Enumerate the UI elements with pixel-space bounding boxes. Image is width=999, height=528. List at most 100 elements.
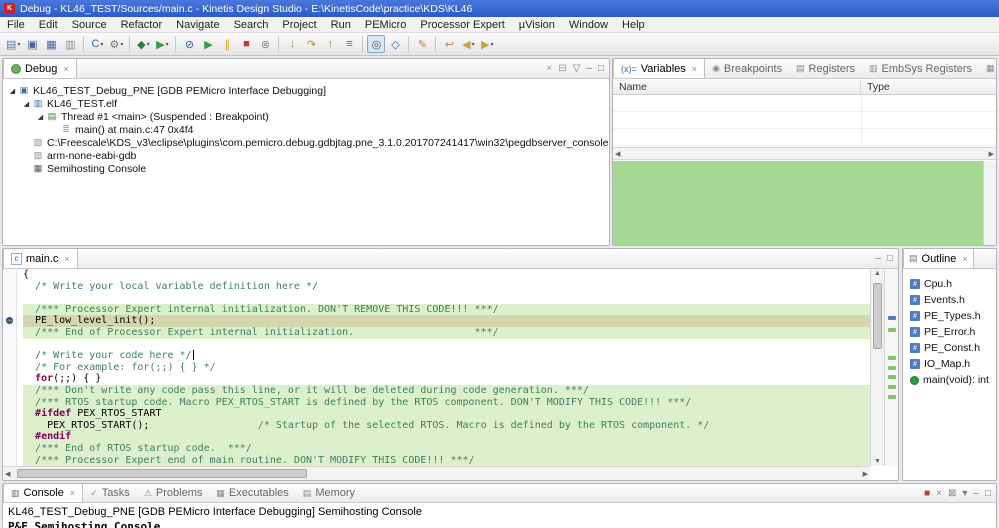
tree-expander-icon[interactable]: ◢ [7,87,18,95]
ruler-line[interactable] [3,385,16,397]
tab-tasks[interactable]: ✓ Tasks [83,484,137,502]
ruler-line[interactable] [3,443,16,455]
scroll-right-icon[interactable]: ▶ [989,150,994,158]
annotation-mark[interactable] [888,316,896,321]
table-row[interactable] [613,129,996,146]
debug-tree-item[interactable]: ◢ ▣ KL46_TEST_Debug_PNE [GDB PEMicro Inter… [3,84,609,97]
scroll-left-icon[interactable]: ◀ [615,150,620,158]
tab-outline[interactable]: ▤ Outline × [903,249,974,268]
editor-hscrollbar[interactable]: ◀ ▶ [3,466,870,480]
last-edit-location-icon[interactable]: ↩ [440,35,458,53]
ruler-line[interactable] [3,292,16,304]
outline-item[interactable]: # Cpu.h [903,276,996,292]
disconnect-icon[interactable]: ⊗ [256,35,274,53]
vscroll-thumb[interactable] [873,283,882,349]
remove-all-terminated-icon[interactable]: × [546,63,552,74]
code-line[interactable]: /*** RTOS startup code. Macro PEX_RTOS_S… [23,396,870,409]
console-menu-icon[interactable]: ▾ [962,488,967,499]
code-line[interactable]: /*** End of Processor Expert internal in… [23,326,870,339]
editor-text-area[interactable]: { /* Write your local variable definitio… [17,269,870,466]
close-icon[interactable]: × [64,254,69,264]
debug-tree-item[interactable]: ▧ arm-none-eabi-gdb [3,149,609,162]
outline-item[interactable]: # PE_Error.h [903,324,996,340]
annotation-mark[interactable] [888,385,896,390]
menu-window[interactable]: Window [562,18,615,32]
code-line[interactable]: /*** Don't write any code pass this line… [23,384,870,397]
maximize-icon[interactable]: □ [598,63,604,74]
menu-navigate[interactable]: Navigate [169,18,226,32]
remove-launch-icon[interactable]: × [936,488,942,499]
code-line[interactable]: { [23,269,870,281]
tab-registers[interactable]: ▤ Registers [789,59,862,78]
menu-source[interactable]: Source [65,18,114,32]
variables-table[interactable] [613,95,996,147]
new-c-cpp-project-icon[interactable]: C ▾ [88,35,106,53]
close-icon[interactable]: × [70,488,75,498]
mark-occurrences-icon[interactable]: ✎ [413,35,431,53]
menu-refactor[interactable]: Refactor [114,18,170,32]
debug-tree-item[interactable]: ◢ ▤ Thread #1 <main> (Suspended : Breakpoi… [3,110,609,123]
tab-variables[interactable]: (x)= Variables × [613,59,706,78]
code-line[interactable]: /*** End of RTOS startup code. ***/ [23,442,870,455]
remove-all-terminated-launches-icon[interactable]: ⊠ [948,488,956,499]
variables-vscrollbar[interactable] [983,161,996,245]
close-icon[interactable]: × [692,64,697,74]
open-element-icon[interactable]: ◇ [386,35,404,53]
maximize-icon[interactable]: □ [985,488,991,499]
menu-edit[interactable]: Edit [32,18,65,32]
run-icon[interactable]: ▶ ▾ [153,35,171,53]
ruler-line[interactable] [3,397,16,409]
ruler-line[interactable] [3,420,16,432]
editor-overview-ruler[interactable] [884,269,898,466]
tab-breakpoints[interactable]: ◉ Breakpoints [705,59,789,78]
ruler-line[interactable] [3,339,16,351]
code-line[interactable]: /* For example: for(;;) { } */ [23,362,870,374]
step-over-icon[interactable]: ↷ [302,35,320,53]
step-return-icon[interactable]: ↑ [321,35,339,53]
tab-executables[interactable]: ▦ Executables [209,484,295,502]
debug-tree-item[interactable]: ◢ ▥ KL46_TEST.elf [3,97,609,110]
instruction-stepping-icon[interactable]: ≡ [340,35,358,53]
outline-item[interactable]: # PE_Const.h [903,340,996,356]
tree-expander-icon[interactable]: ◢ [35,113,46,121]
code-line[interactable] [23,292,870,304]
scroll-up-icon[interactable]: ▲ [871,270,884,277]
code-line[interactable]: PEX_RTOS_START(); /* Startup of the sele… [23,419,870,432]
terminate-icon[interactable]: ■ [924,488,930,499]
minimize-icon[interactable]: – [973,488,979,499]
minimize-icon[interactable]: – [586,63,592,74]
variables-hscrollbar[interactable]: ◀ ▶ [613,147,996,160]
outline-item[interactable]: # Events.h [903,292,996,308]
step-into-icon[interactable]: ↓ [283,35,301,53]
collapse-all-icon[interactable]: ⊟ [558,63,566,74]
menu-file[interactable]: File [0,18,32,32]
ruler-line[interactable] [3,281,16,293]
forward-icon[interactable]: ▶ ▾ [478,35,496,53]
table-row[interactable] [613,112,996,129]
code-line[interactable]: /*** Processor Expert internal initializ… [23,303,870,316]
menu-search[interactable]: Search [227,18,276,32]
menu-run[interactable]: Run [324,18,358,32]
menu-processor-expert[interactable]: Processor Expert [413,18,511,32]
debug-tree-item[interactable]: ▦ Semihosting Console [3,162,609,175]
console-output-area[interactable]: KL46_TEST_Debug_PNE [GDB PEMicro Interfa… [3,503,996,528]
annotation-mark[interactable] [888,365,896,370]
code-line[interactable]: #ifdef PEX_RTOS_START [23,408,870,420]
close-icon[interactable]: × [63,64,68,74]
tree-expander-icon[interactable]: ◢ [21,100,32,108]
tab-peripherals[interactable]: ▦Peripherals [979,59,996,78]
ruler-line[interactable] [3,455,16,467]
view-menu-icon[interactable]: ▽ [573,63,581,74]
search-icon[interactable]: ◎ [367,35,386,53]
scroll-left-icon[interactable]: ◀ [5,470,10,478]
print-icon[interactable]: ▥ [61,35,79,53]
scroll-right-icon[interactable]: ▶ [863,470,868,478]
outline-item[interactable]: # IO_Map.h [903,356,996,372]
ruler-line[interactable] [3,373,16,385]
ruler-line[interactable] [3,408,16,420]
ruler-line[interactable] [3,431,16,443]
ruler-line[interactable] [3,350,16,362]
tab-memory[interactable]: ▤ Memory [296,484,362,502]
debug-icon[interactable]: ◆ ▾ [134,35,152,53]
build-icon[interactable]: ⚙ ▾ [107,35,125,53]
